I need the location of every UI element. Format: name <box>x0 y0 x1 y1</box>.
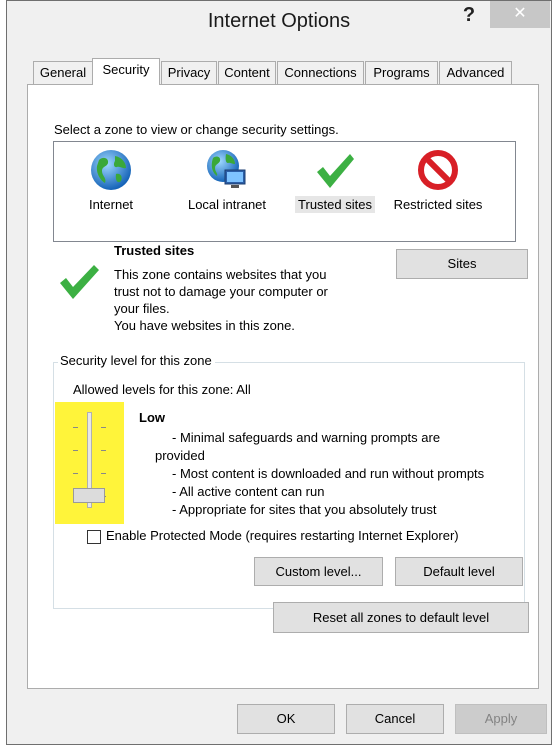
zone-restricted-sites[interactable]: Restricted sites <box>384 142 492 241</box>
zone-label: Restricted sites <box>393 197 483 212</box>
security-tab-panel: Select a zone to view or change security… <box>27 84 539 689</box>
checkmark-icon <box>317 154 354 188</box>
ok-button[interactable]: OK <box>237 704 335 734</box>
cancel-button[interactable]: Cancel <box>346 704 444 734</box>
description-line: You have websites in this zone. <box>114 318 295 333</box>
tab-privacy[interactable]: Privacy <box>161 61 217 84</box>
zone-trusted-sites[interactable]: Trusted sites <box>286 142 384 241</box>
zone-label: Trusted sites <box>286 196 384 213</box>
description-line: This zone contains websites that you <box>114 267 327 282</box>
help-button[interactable]: ? <box>452 1 486 31</box>
apply-button[interactable]: Apply <box>455 704 547 734</box>
reset-all-zones-button[interactable]: Reset all zones to default level <box>273 602 529 633</box>
security-level-group-label: Security level for this zone <box>58 353 215 368</box>
zone-label: Internet <box>88 197 134 212</box>
slider-tick <box>73 427 78 428</box>
tab-connections[interactable]: Connections <box>277 61 364 84</box>
zone-local-intranet[interactable]: Local intranet <box>170 142 284 241</box>
protected-mode-label[interactable]: Enable Protected Mode (requires restarti… <box>106 528 459 543</box>
level-description-line: - Appropriate for sites that you absolut… <box>172 502 437 517</box>
tab-content[interactable]: Content <box>218 61 276 84</box>
tab-security[interactable]: Security <box>92 58 160 85</box>
description-line: your files. <box>114 301 170 316</box>
security-level-name: Low <box>139 410 165 425</box>
zone-label: Local intranet <box>187 197 267 212</box>
allowed-levels-text: Allowed levels for this zone: All <box>73 382 251 397</box>
intranet-icon <box>207 150 246 188</box>
default-level-button[interactable]: Default level <box>395 557 523 586</box>
zone-internet[interactable]: Internet <box>54 142 168 241</box>
security-level-slider[interactable] <box>55 402 124 524</box>
slider-tick <box>101 450 106 451</box>
sites-button[interactable]: Sites <box>396 249 528 279</box>
selected-zone-description: This zone contains websites that you tru… <box>114 266 384 334</box>
level-description-line: - Minimal safeguards and warning prompts… <box>172 430 441 445</box>
protected-mode-checkbox[interactable] <box>87 530 101 544</box>
slider-tick <box>101 427 106 428</box>
close-icon: ✕ <box>513 5 527 22</box>
custom-level-button[interactable]: Custom level... <box>254 557 383 586</box>
tab-advanced[interactable]: Advanced <box>439 61 512 84</box>
slider-tick <box>73 450 78 451</box>
prohibited-icon <box>418 150 458 190</box>
trusted-sites-checkmark-icon <box>60 265 99 299</box>
level-description-line: provided <box>155 448 205 463</box>
description-line: trust not to damage your computer or <box>114 284 328 299</box>
zone-list: Internet Local intranet Trusted sites Re… <box>53 141 516 242</box>
slider-tick <box>101 473 106 474</box>
level-description-line: - Most content is downloaded and run wit… <box>172 466 485 481</box>
tab-general[interactable]: General <box>33 61 93 84</box>
internet-options-window: Internet Options ? ✕ General Security Pr… <box>6 0 552 745</box>
tab-programs[interactable]: Programs <box>365 61 438 84</box>
selected-zone-title: Trusted sites <box>114 243 195 258</box>
globe-icon <box>91 150 131 190</box>
close-button[interactable]: ✕ <box>490 1 550 28</box>
slider-thumb[interactable] <box>73 488 105 503</box>
level-description-line: - All active content can run <box>172 484 325 499</box>
zone-prompt: Select a zone to view or change security… <box>54 122 339 137</box>
security-level-description: - Minimal safeguards and warning prompts… <box>155 429 530 519</box>
title-bar[interactable]: Internet Options ? ✕ <box>7 1 551 41</box>
slider-tick <box>73 473 78 474</box>
